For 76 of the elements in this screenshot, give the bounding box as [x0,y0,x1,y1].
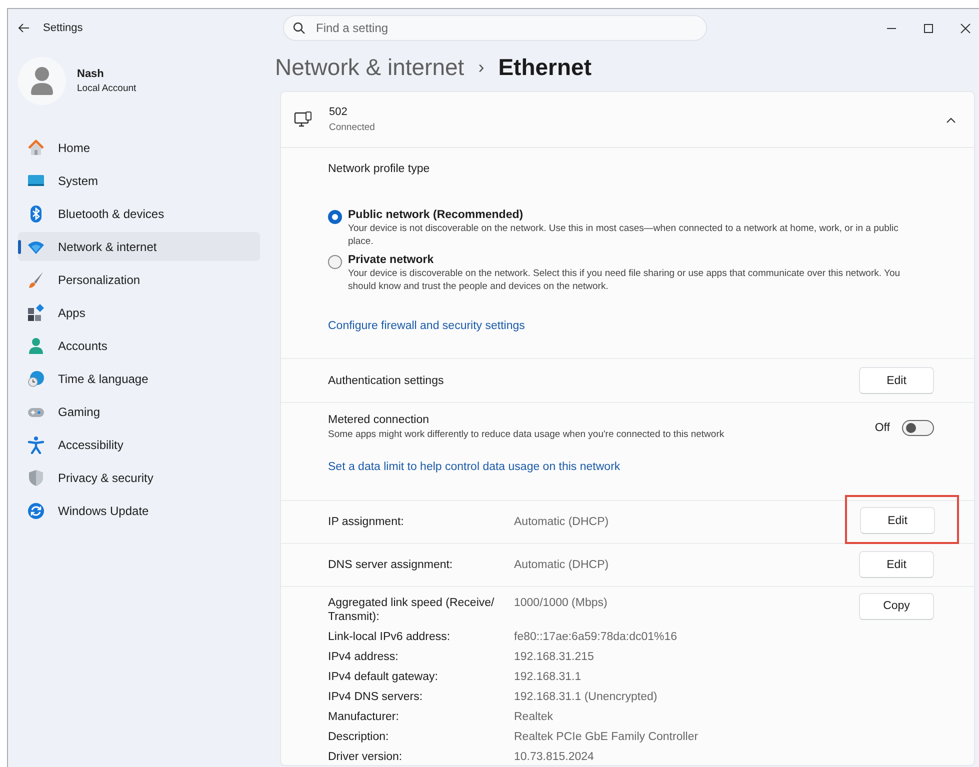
search-field[interactable]: Find a setting [283,15,707,41]
setting-label: DNS server assignment: [328,558,454,570]
selection-indicator [18,240,21,254]
breadcrumb-separator: › [478,56,484,78]
ethernet-monitor-icon [294,110,312,128]
close-icon[interactable] [960,22,971,34]
paintbrush-icon [27,270,45,288]
connection-header[interactable]: 502 Connected [281,92,974,148]
edit-button[interactable]: Edit [860,507,935,534]
home-icon [27,138,45,156]
setting-value: Automatic (DHCP) [514,558,609,570]
update-icon [27,502,45,520]
option-label: Public network (Recommended) [348,209,524,221]
setting-label: Metered connection [328,414,430,426]
person-icon [27,336,45,354]
sidebar-item[interactable]: Accounts [18,331,260,360]
property-value: Realtek [514,710,554,724]
sidebar-item[interactable]: Gaming [18,397,260,426]
property-label: IPv4 DNS servers: [328,690,424,704]
accessibility-icon [27,436,45,454]
connection-status: Connected [329,122,375,133]
radio-button[interactable] [328,255,342,269]
sidebar-item[interactable]: Bluetooth & devices [18,199,260,228]
sidebar-item[interactable]: Windows Update [18,496,260,525]
sidebar-item[interactable]: System [18,166,260,195]
property-label: Aggregated link speed (Receive/ Transmit): [328,596,496,624]
back-arrow-icon[interactable] [18,23,30,33]
apps-icon [27,304,45,322]
property-value: 10.73.815.2024 [514,750,595,764]
option-description: Your device is not discoverable on the network. Use this in most cases—when connected to a network at home, work, or in a public place. [348,223,900,248]
property-value: Realtek PCIe GbE Family Controller [514,730,700,744]
person-silhouette-icon [30,66,54,96]
property-label: Description: [328,730,390,744]
toggle-switch[interactable] [902,420,934,436]
sidebar-item[interactable]: Privacy & security [18,463,260,492]
data-limit-link[interactable]: Set a data limit to help control data usage on this network [328,460,620,472]
page-title: Ethernet [498,54,592,80]
connection-name: 502 [329,106,348,118]
edit-button[interactable]: Edit [859,367,934,394]
globe-clock-icon [27,370,45,388]
setting-description: Some apps might work differently to reduce data usage when you're connected to this network [328,429,724,442]
setting-label: IP assignment: [328,516,405,528]
toggle-state-label: Off [874,422,890,434]
account-name: Nash [77,68,105,80]
property-value: fe80::17ae:6a59:78da:dc01%16 [514,630,678,644]
property-label: Link-local IPv6 address: [328,630,452,644]
setting-label: Authentication settings [328,374,445,386]
edit-button[interactable]: Edit [859,551,934,578]
window-title: Settings [43,22,84,34]
property-label: Manufacturer: [328,710,400,724]
chevron-up-icon[interactable] [946,116,956,122]
sidebar-item[interactable]: Accessibility [18,430,260,459]
sidebar-item[interactable]: Apps [18,298,260,327]
radio-button[interactable] [328,210,342,224]
copy-button[interactable]: Copy [859,592,934,620]
property-value: 192.168.31.1 (Unencrypted) [514,690,658,704]
property-value: 1000/1000 (Mbps) [514,596,608,610]
firewall-link[interactable]: Configure firewall and security settings [328,320,525,332]
option-description: Your device is discoverable on the network. Select this if you need file sharing or use apps that communicate over this network. You should know and trust the people and devices on the network. [348,268,902,293]
setting-value: Automatic (DHCP) [514,516,609,528]
account-type: Local Account [77,83,136,94]
shield-icon [27,468,45,486]
option-label: Private network [348,254,435,266]
property-value: 192.168.31.1 [514,670,582,684]
sidebar-item[interactable]: Time & language [18,364,260,393]
property-label: Driver version: [328,750,404,764]
breadcrumb-link[interactable]: Network & internet [275,54,464,80]
search-icon [293,22,305,34]
maximize-icon[interactable] [923,22,934,34]
section-heading: Network profile type [328,162,431,175]
sidebar-item[interactable]: Personalization [18,265,260,294]
sidebar-item[interactable]: Network & internet [18,232,260,261]
property-label: IPv4 address: [328,650,400,664]
property-label: IPv4 default gateway: [328,670,439,684]
property-value: 192.168.31.215 [514,650,595,664]
sidebar-item[interactable]: Home [18,133,260,162]
